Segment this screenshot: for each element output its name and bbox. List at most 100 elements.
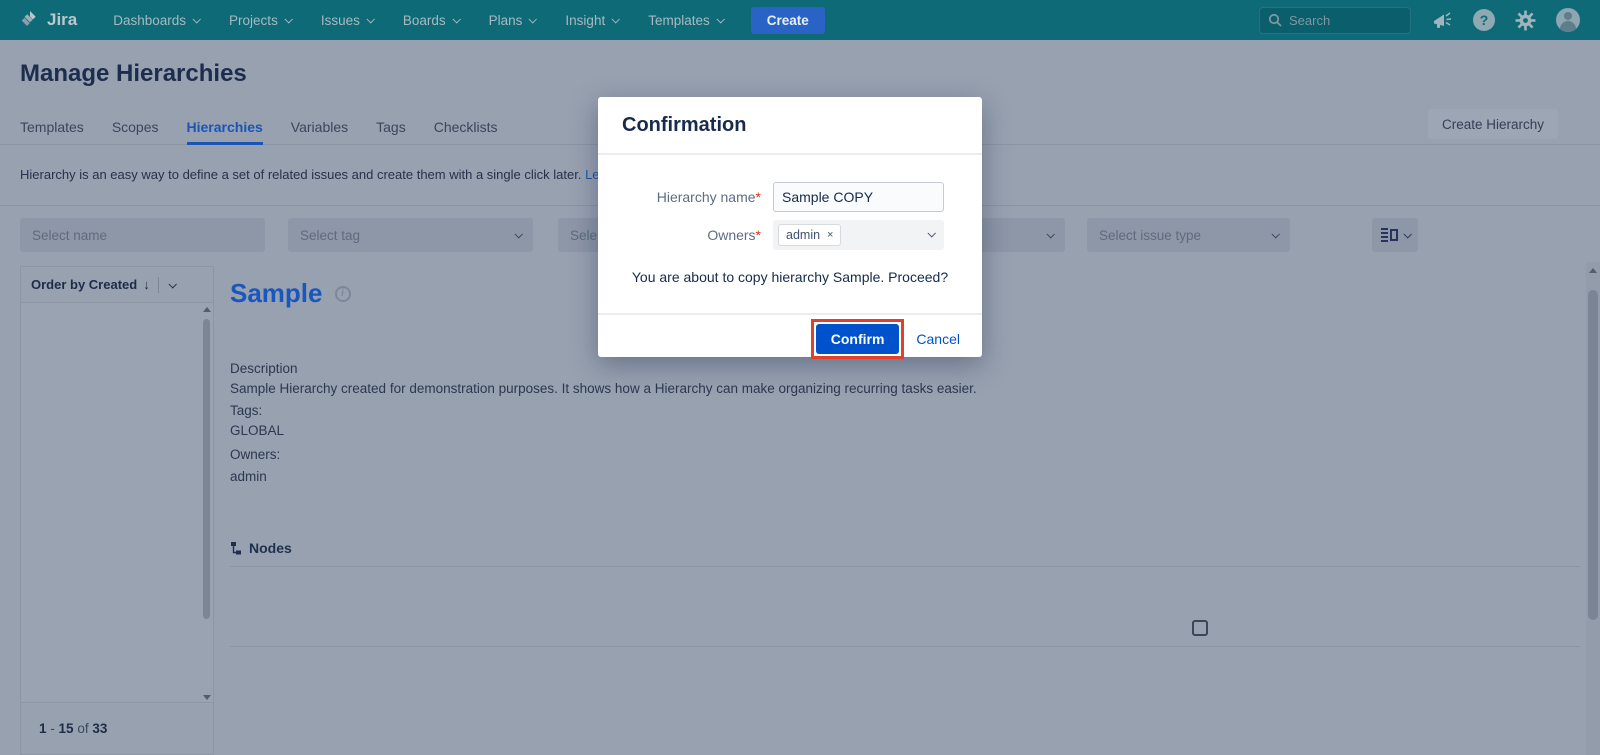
announcements-icon[interactable] xyxy=(1431,9,1453,31)
chevron-down-icon xyxy=(366,15,374,23)
hierarchy-name-label: Hierarchy name* xyxy=(598,189,773,205)
nav-item-boards[interactable]: Boards xyxy=(403,13,459,28)
chevron-down-icon xyxy=(1046,230,1054,238)
divider xyxy=(230,566,1580,567)
hierarchy-name: Sample xyxy=(230,278,323,309)
jira-logo[interactable]: Jira xyxy=(20,10,77,30)
remove-owner-icon[interactable]: × xyxy=(827,229,833,241)
chevron-down-icon[interactable] xyxy=(168,280,176,288)
nav-item-projects[interactable]: Projects xyxy=(229,13,291,28)
filter-issue-type-select[interactable]: Select issue type xyxy=(1087,218,1290,252)
nav-menu: Dashboards Projects Issues Boards Plans Insig… xyxy=(113,13,722,28)
filter-tag-select[interactable]: Select tag xyxy=(288,218,533,252)
filter-owner-placeholder: Sele xyxy=(570,228,597,243)
tab-checklists[interactable]: Checklists xyxy=(434,114,498,145)
owners-row: Owners* admin × xyxy=(598,220,982,250)
search-input[interactable]: Search xyxy=(1259,7,1411,34)
hierarchy-list-panel: Order by Created ↓ 1 - 15 of 33 xyxy=(20,266,214,755)
view-options-button[interactable] xyxy=(1372,218,1418,252)
jira-mark-icon xyxy=(20,10,40,30)
nav-create-button[interactable]: Create xyxy=(751,7,825,34)
search-placeholder: Search xyxy=(1289,13,1330,28)
required-asterisk: * xyxy=(756,227,761,243)
info-icon[interactable]: i xyxy=(335,286,351,302)
range-end: 15 xyxy=(59,721,74,736)
divider xyxy=(158,277,159,293)
of-label: of xyxy=(77,721,88,736)
hierarchy-list xyxy=(21,303,213,704)
list-view-icon xyxy=(1381,228,1398,242)
sort-direction-icon[interactable]: ↓ xyxy=(143,277,150,292)
tab-templates[interactable]: Templates xyxy=(20,114,84,145)
intro-sentence: Hierarchy is an easy way to define a set… xyxy=(20,167,581,182)
search-icon xyxy=(1268,13,1282,27)
settings-gear-icon[interactable] xyxy=(1515,10,1536,31)
exclude-node-header-checkbox[interactable] xyxy=(1192,620,1208,636)
hierarchy-tree-icon xyxy=(230,541,243,556)
owners-select[interactable]: admin × xyxy=(773,220,944,250)
scroll-up-icon[interactable] xyxy=(1589,268,1597,273)
nav-item-issues[interactable]: Issues xyxy=(321,13,373,28)
create-hierarchy-button[interactable]: Create Hierarchy xyxy=(1428,109,1558,139)
content-scrollbar[interactable] xyxy=(1586,262,1600,755)
hierarchy-detail-header: Sample i xyxy=(230,278,351,309)
user-avatar[interactable] xyxy=(1556,8,1580,32)
list-pagination: 1 - 15 of 33 xyxy=(21,702,213,754)
top-navigation-bar: Jira Dashboards Projects Issues Boards Plans… xyxy=(0,0,1600,40)
tab-hierarchies[interactable]: Hierarchies xyxy=(187,114,263,145)
nav-item-plans[interactable]: Plans xyxy=(489,13,536,28)
owner-chip-label: admin xyxy=(786,228,820,242)
order-by-control[interactable]: Order by Created ↓ xyxy=(21,267,213,303)
intro-text: Hierarchy is an easy way to define a set… xyxy=(20,167,618,182)
confirmation-message: You are about to copy hierarchy Sample. … xyxy=(598,269,982,285)
pagination-range: 1 - 15 of 33 xyxy=(39,721,107,736)
scrollbar-thumb[interactable] xyxy=(203,319,210,619)
label-text: Owners xyxy=(707,227,755,243)
hierarchy-name-row: Hierarchy name* xyxy=(598,182,982,212)
nodes-section-header: Nodes xyxy=(230,540,292,556)
tags-label: Tags: xyxy=(230,403,262,418)
filter-tag-placeholder: Select tag xyxy=(300,228,360,243)
scrollbar-thumb[interactable] xyxy=(1588,290,1598,620)
required-asterisk: * xyxy=(756,189,761,205)
help-icon[interactable]: ? xyxy=(1473,9,1495,31)
tab-tags[interactable]: Tags xyxy=(376,114,406,145)
cancel-link[interactable]: Cancel xyxy=(916,331,960,347)
sidebar-scrollbar[interactable] xyxy=(202,307,211,700)
nav-item-dashboards[interactable]: Dashboards xyxy=(113,13,199,28)
nav-right-cluster: Search ? xyxy=(1259,7,1580,34)
scroll-down-icon[interactable] xyxy=(203,695,211,700)
chevron-down-icon xyxy=(716,15,724,23)
nav-item-templates[interactable]: Templates xyxy=(648,13,723,28)
page-title: Manage Hierarchies xyxy=(20,60,247,88)
filter-name-placeholder: Select name xyxy=(32,228,107,243)
confirm-button[interactable]: Confirm xyxy=(816,324,900,354)
owners-label: Owners: xyxy=(230,447,280,462)
divider xyxy=(598,313,982,315)
label-text: Hierarchy name xyxy=(657,189,756,205)
chevron-down-icon xyxy=(514,230,522,238)
chevron-down-icon xyxy=(612,15,620,23)
tab-variables[interactable]: Variables xyxy=(291,114,348,145)
confirmation-dialog: Confirmation Hierarchy name* Owners* adm… xyxy=(598,97,982,357)
tags-value: GLOBAL xyxy=(230,423,284,438)
dialog-footer: Confirm Cancel xyxy=(598,319,982,359)
total-count: 33 xyxy=(92,721,107,736)
description-text: Sample Hierarchy created for demonstrati… xyxy=(230,381,977,396)
scroll-up-icon[interactable] xyxy=(203,307,211,312)
filter-name-input[interactable]: Select name xyxy=(20,218,265,252)
owner-chip: admin × xyxy=(778,224,841,246)
chevron-down-icon xyxy=(452,15,460,23)
tab-scopes[interactable]: Scopes xyxy=(112,114,159,145)
hierarchy-name-input[interactable] xyxy=(773,182,944,212)
order-by-label: Order by Created xyxy=(31,277,137,292)
chevron-down-icon xyxy=(284,15,292,23)
chevron-down-icon xyxy=(1271,230,1279,238)
dialog-title: Confirmation xyxy=(622,114,746,137)
nav-item-insight[interactable]: Insight xyxy=(565,13,618,28)
chevron-down-icon xyxy=(193,15,201,23)
chevron-down-icon xyxy=(529,15,537,23)
range-start: 1 xyxy=(39,721,47,736)
chevron-down-icon xyxy=(1403,230,1411,238)
chevron-down-icon xyxy=(927,229,935,237)
